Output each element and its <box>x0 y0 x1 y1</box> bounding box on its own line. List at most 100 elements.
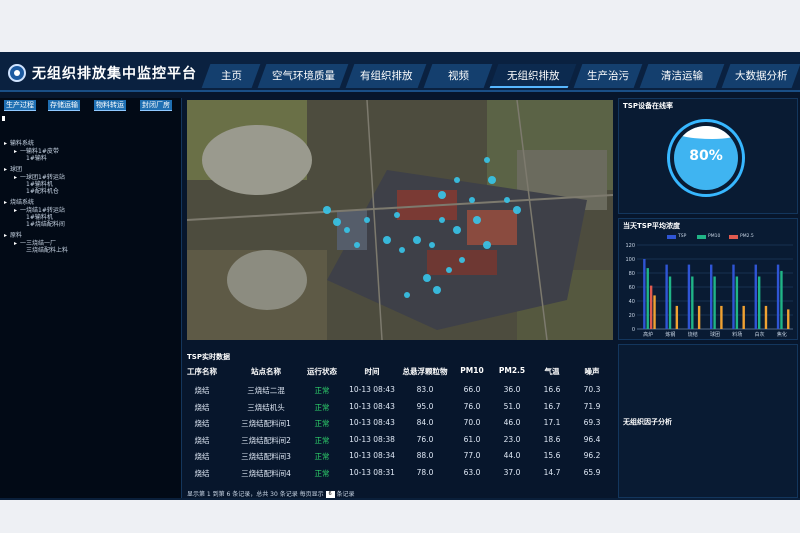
sidebar-tab-transfer[interactable]: 物料转运 <box>94 100 126 111</box>
bar <box>780 270 783 329</box>
bar <box>754 264 757 329</box>
bar <box>643 259 646 329</box>
cell-time: 10-13 08:34 <box>349 451 395 460</box>
cell-process: 烧结 <box>194 419 210 428</box>
cell-pm10: 63.0 <box>463 467 481 477</box>
nav-tab-air-quality[interactable]: 空气环境质量 <box>257 64 349 88</box>
tree-item[interactable]: 1#输料 <box>26 155 47 163</box>
sidebar-tab-storage[interactable]: 存储运输 <box>48 100 80 111</box>
monitoring-station-markers[interactable] <box>187 100 613 340</box>
cell-pm25: 44.0 <box>503 451 521 460</box>
bar <box>649 285 653 329</box>
sidebar-tab-closed-plant[interactable]: 封闭厂房 <box>140 100 172 111</box>
bar <box>687 264 691 329</box>
nav-tab-unorganized-emission[interactable]: 无组织排放 <box>489 64 577 88</box>
bar <box>675 305 679 329</box>
nav-tab-organized-emission[interactable]: 有组织排放 <box>345 64 427 88</box>
bar <box>787 309 790 329</box>
platform-logo-icon <box>8 64 26 82</box>
tree-item[interactable]: 1#烧结配料间 <box>26 221 65 229</box>
page-size-select[interactable]: 6 <box>325 491 335 498</box>
header-bar: 无组织排放集中监控平台 主页 空气环境质量 有组织排放 视频 无组织排放 生产治… <box>0 52 800 92</box>
factor-analysis-title: 无组织因子分析 <box>623 418 672 426</box>
col-header-status: 运行状态 <box>307 367 337 376</box>
cell-site: 三烧结配料间4 <box>241 468 291 478</box>
cell-temp: 16.6 <box>543 385 561 394</box>
cell-process: 烧结 <box>194 402 210 412</box>
cell-status: 正常 <box>314 435 330 445</box>
y-tick-label: 20 <box>629 313 635 319</box>
tree-item[interactable]: 1#配料机仓 <box>26 188 59 196</box>
bar <box>735 276 739 329</box>
cell-temp: 15.6 <box>543 451 561 460</box>
bar <box>665 264 668 329</box>
cell-noise: 71.9 <box>583 401 601 411</box>
bar <box>720 305 723 329</box>
cell-pm10: 76.0 <box>463 401 481 411</box>
cell-pm10: 70.0 <box>463 418 481 427</box>
tree-item[interactable]: 三烧结配料上料 <box>26 247 68 255</box>
cell-time: 10-13 08:43 <box>349 418 395 427</box>
col-header-site: 站点名称 <box>251 367 281 376</box>
cell-tsp: 76.0 <box>416 434 434 444</box>
cell-pm25: 23.0 <box>503 434 521 444</box>
satellite-map[interactable] <box>187 100 613 340</box>
cell-site: 三烧结机头 <box>247 402 285 412</box>
nav-tab-video[interactable]: 视频 <box>423 64 493 88</box>
gauge-liquid: 80% <box>674 126 738 190</box>
table-pager: 显示第 1 到第 6 条记录，总共 30 条记录 每页显示 6 条记录 <box>187 489 354 498</box>
tree-item[interactable]: ▸ 球团 <box>4 166 22 174</box>
nav-tab-clean-transport[interactable]: 清洁运输 <box>639 64 725 88</box>
pager-suffix-text: 条记录 <box>336 491 355 498</box>
bar <box>764 305 768 329</box>
x-tick-label: 白灰 <box>755 331 765 338</box>
cell-noise: 96.4 <box>583 434 601 444</box>
x-tick-label: 焦化 <box>777 331 787 338</box>
tsp-average-panel: 当天TSP平均浓度 TSP PM10 PM2.5 0 20 40 60 80 100 120… <box>618 218 798 340</box>
col-header-process: 工序名称 <box>187 367 217 376</box>
tree-item[interactable]: ▸ 原料 <box>4 232 22 240</box>
tsp-average-title: 当天TSP平均浓度 <box>623 222 680 230</box>
nav-tab-big-data[interactable]: 大数据分析 <box>721 64 800 88</box>
bar <box>732 264 735 329</box>
x-tick-label: 烧结 <box>688 331 698 338</box>
cell-time: 10-13 08:43 <box>349 385 395 394</box>
tsp-online-title: TSP设备在线率 <box>623 102 673 110</box>
cell-status: 正常 <box>314 419 330 428</box>
cell-site: 三烧结二混 <box>247 386 285 395</box>
cell-site: 三烧结配料间3 <box>241 452 291 461</box>
factor-analysis-panel: 无组织因子分析 <box>618 344 798 498</box>
app-window: 无组织排放集中监控平台 主页 空气环境质量 有组织排放 视频 无组织排放 生产治… <box>0 52 800 500</box>
cell-process: 烧结 <box>194 386 210 395</box>
cell-process: 烧结 <box>194 468 210 478</box>
cell-noise: 70.3 <box>583 385 601 394</box>
tsp-online-panel: TSP设备在线率 80% <box>618 98 798 214</box>
nav-tab-production-pollution[interactable]: 生产治污 <box>573 64 643 88</box>
tree-item[interactable]: ▸ 输料系统 <box>4 140 34 148</box>
x-tick-label: 高炉 <box>643 331 653 338</box>
bar <box>691 276 694 329</box>
sidebar: 生产过程 存储运输 物料转运 封闭厂房 ▸ 输料系统 ▸ 一输料1#皮带 1#输料 … <box>0 98 182 498</box>
cell-pm10: 77.0 <box>463 451 481 460</box>
nav-tab-home[interactable]: 主页 <box>201 64 261 88</box>
y-tick-label: 120 <box>625 243 635 249</box>
tree-item[interactable]: ▸ 烧结系统 <box>4 199 34 207</box>
col-header-tsp: 总悬浮颗粒物 <box>402 367 448 376</box>
y-tick-label: 60 <box>629 285 635 291</box>
cell-time: 10-13 08:43 <box>349 401 395 411</box>
cell-status: 正常 <box>314 386 330 395</box>
bar <box>710 264 713 329</box>
pager-info-text: 显示第 1 到第 6 条记录，总共 30 条记录 每页显示 <box>187 491 324 498</box>
bar <box>757 276 761 329</box>
cell-temp: 16.7 <box>543 401 561 411</box>
cell-tsp: 83.0 <box>416 385 434 394</box>
bar <box>742 305 745 329</box>
cell-temp: 17.1 <box>543 418 561 427</box>
cell-tsp: 95.0 <box>416 401 434 411</box>
cell-tsp: 88.0 <box>416 451 434 460</box>
bar <box>668 276 672 329</box>
tsp-bar-chart: 0 20 40 60 80 100 120 高炉 炼钢 烧结 球团 料场 白灰 焦化 <box>625 243 793 338</box>
cell-pm25: 36.0 <box>503 385 521 394</box>
sidebar-tab-production[interactable]: 生产过程 <box>4 100 36 111</box>
cell-time: 10-13 08:31 <box>349 467 395 477</box>
